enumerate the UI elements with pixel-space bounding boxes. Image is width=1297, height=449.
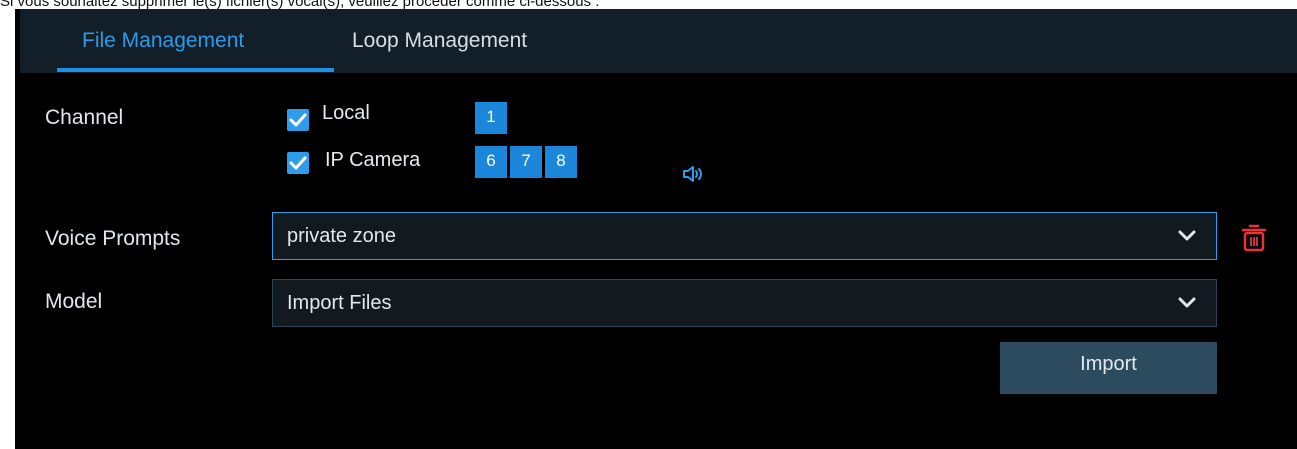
import-button[interactable]: Import xyxy=(1000,342,1217,394)
voice-prompts-label: Voice Prompts xyxy=(45,227,181,250)
tab-bar: File Management Loop Management xyxy=(20,9,1297,73)
voice-prompts-select[interactable]: private zone xyxy=(272,212,1217,260)
chevron-down-icon xyxy=(1178,297,1196,308)
active-tab-indicator xyxy=(57,68,334,72)
page-caption: Si vous souhaitez supprimer le(s) fichie… xyxy=(0,0,600,10)
file-management-panel: File Management Loop Management Channel … xyxy=(15,9,1297,449)
chevron-down-icon xyxy=(1178,230,1196,241)
voice-prompts-value: private zone xyxy=(287,225,396,247)
speaker-icon[interactable] xyxy=(682,164,706,189)
ip-channel-8-button[interactable]: 8 xyxy=(545,146,577,178)
ip-camera-label: IP Camera xyxy=(325,149,421,171)
local-channel-1-button[interactable]: 1 xyxy=(475,102,507,134)
model-label: Model xyxy=(45,290,103,313)
ip-channel-6-button[interactable]: 6 xyxy=(475,146,507,178)
ip-channel-7-button[interactable]: 7 xyxy=(510,146,542,178)
checkmark-icon xyxy=(289,113,307,127)
model-value: Import Files xyxy=(287,292,392,314)
tab-file-management[interactable]: File Management xyxy=(82,9,244,73)
local-label: Local xyxy=(322,102,370,124)
trash-icon[interactable] xyxy=(1241,223,1267,258)
ip-camera-checkbox[interactable] xyxy=(287,152,309,174)
model-select[interactable]: Import Files xyxy=(272,279,1217,327)
local-checkbox[interactable] xyxy=(287,109,309,131)
tab-loop-management[interactable]: Loop Management xyxy=(352,9,527,73)
channel-label: Channel xyxy=(45,106,124,129)
checkmark-icon xyxy=(289,156,307,170)
